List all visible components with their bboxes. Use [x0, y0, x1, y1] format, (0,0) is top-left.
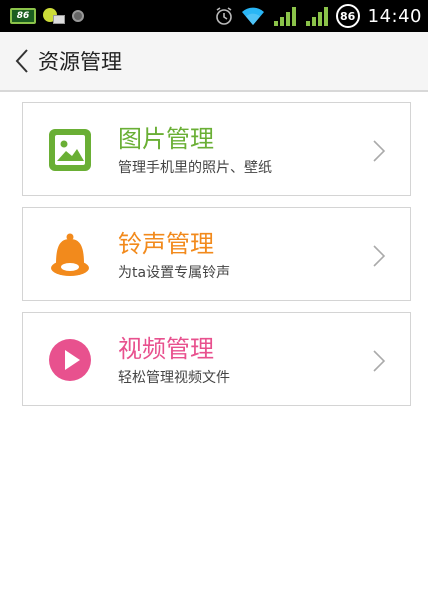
item-desc: 为ta设置专属铃声 — [118, 265, 231, 281]
item-desc: 管理手机里的照片、壁纸 — [118, 160, 272, 176]
alarm-icon — [215, 7, 232, 25]
bell-icon — [51, 233, 89, 276]
play-video-icon — [49, 339, 91, 381]
status-bar: 86 86 14:40 — [0, 0, 428, 32]
signal-icon — [273, 7, 296, 26]
battery-label: 86 — [16, 11, 30, 21]
status-clock: 14:40 — [367, 5, 422, 27]
bean-notify-icon[interactable] — [43, 6, 65, 26]
chevron-right-icon — [373, 350, 386, 372]
battery-icon: 86 — [10, 8, 36, 24]
item-title: 铃声管理 — [118, 230, 214, 258]
list-item-videos[interactable]: 视频管理 轻松管理视频文件 — [22, 312, 411, 406]
record-dot-icon — [72, 10, 84, 22]
item-desc: 轻松管理视频文件 — [118, 370, 230, 386]
chevron-right-icon — [373, 245, 386, 267]
chevron-right-icon — [373, 140, 386, 162]
item-title: 图片管理 — [118, 125, 214, 153]
item-title: 视频管理 — [118, 335, 214, 363]
notification-badge: 86 — [335, 4, 360, 28]
wifi-icon — [241, 7, 264, 25]
list-item-pictures[interactable]: 图片管理 管理手机里的照片、壁纸 — [22, 102, 411, 196]
page-title: 资源管理 — [38, 50, 122, 74]
chevron-left-icon[interactable] — [12, 47, 32, 75]
resource-list: 图片管理 管理手机里的照片、壁纸 铃声管理 为ta设置专属铃声 视频管理 轻松管… — [22, 102, 411, 417]
header: 资源管理 — [0, 32, 428, 92]
picture-icon — [49, 129, 91, 171]
signal-icon — [305, 7, 328, 26]
list-item-ringtones[interactable]: 铃声管理 为ta设置专属铃声 — [22, 207, 411, 301]
